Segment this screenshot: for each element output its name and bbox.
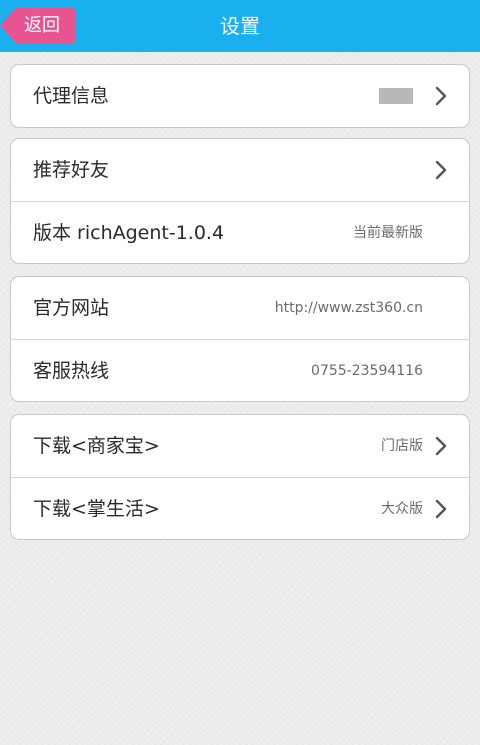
chevron-right-icon xyxy=(435,499,447,519)
row-recommend-friend[interactable]: 推荐好友 xyxy=(11,139,469,201)
row-version[interactable]: 版本 richAgent-1.0.4 当前最新版 xyxy=(11,201,469,263)
row-label: 版本 richAgent-1.0.4 xyxy=(33,222,225,244)
row-label: 推荐好友 xyxy=(33,159,110,181)
chevron-right-icon xyxy=(435,160,447,180)
row-label: 官方网站 xyxy=(33,297,110,319)
page-title: 设置 xyxy=(220,14,260,38)
download-edition: 大众版 xyxy=(381,501,423,517)
row-label: 代理信息 xyxy=(33,85,110,107)
row-label: 下载<掌生活> xyxy=(33,498,160,520)
version-status: 当前最新版 xyxy=(353,225,423,241)
agent-info-placeholder xyxy=(379,88,413,104)
group-agent: 代理信息 xyxy=(10,64,470,128)
hotline-number: 0755-23594116 xyxy=(311,363,423,379)
group-downloads: 下载<商家宝> 门店版 下载<掌生活> 大众版 xyxy=(10,414,470,540)
row-download-merchant[interactable]: 下载<商家宝> 门店版 xyxy=(11,415,469,477)
group-contact: 官方网站 http://www.zst360.cn 客服热线 0755-2359… xyxy=(10,276,470,402)
row-label: 客服热线 xyxy=(33,360,110,382)
row-official-site[interactable]: 官方网站 http://www.zst360.cn xyxy=(11,277,469,339)
chevron-right-icon xyxy=(435,86,447,106)
row-label: 下载<商家宝> xyxy=(33,435,160,457)
chevron-right-icon xyxy=(435,436,447,456)
official-site-url: http://www.zst360.cn xyxy=(274,300,423,316)
group-app: 推荐好友 版本 richAgent-1.0.4 当前最新版 xyxy=(10,138,470,264)
row-hotline[interactable]: 客服热线 0755-23594116 xyxy=(11,339,469,401)
download-edition: 门店版 xyxy=(381,438,423,454)
row-download-life[interactable]: 下载<掌生活> 大众版 xyxy=(11,477,469,539)
row-agent-info[interactable]: 代理信息 xyxy=(11,65,469,127)
header-bar: 返回 设置 xyxy=(0,0,480,52)
